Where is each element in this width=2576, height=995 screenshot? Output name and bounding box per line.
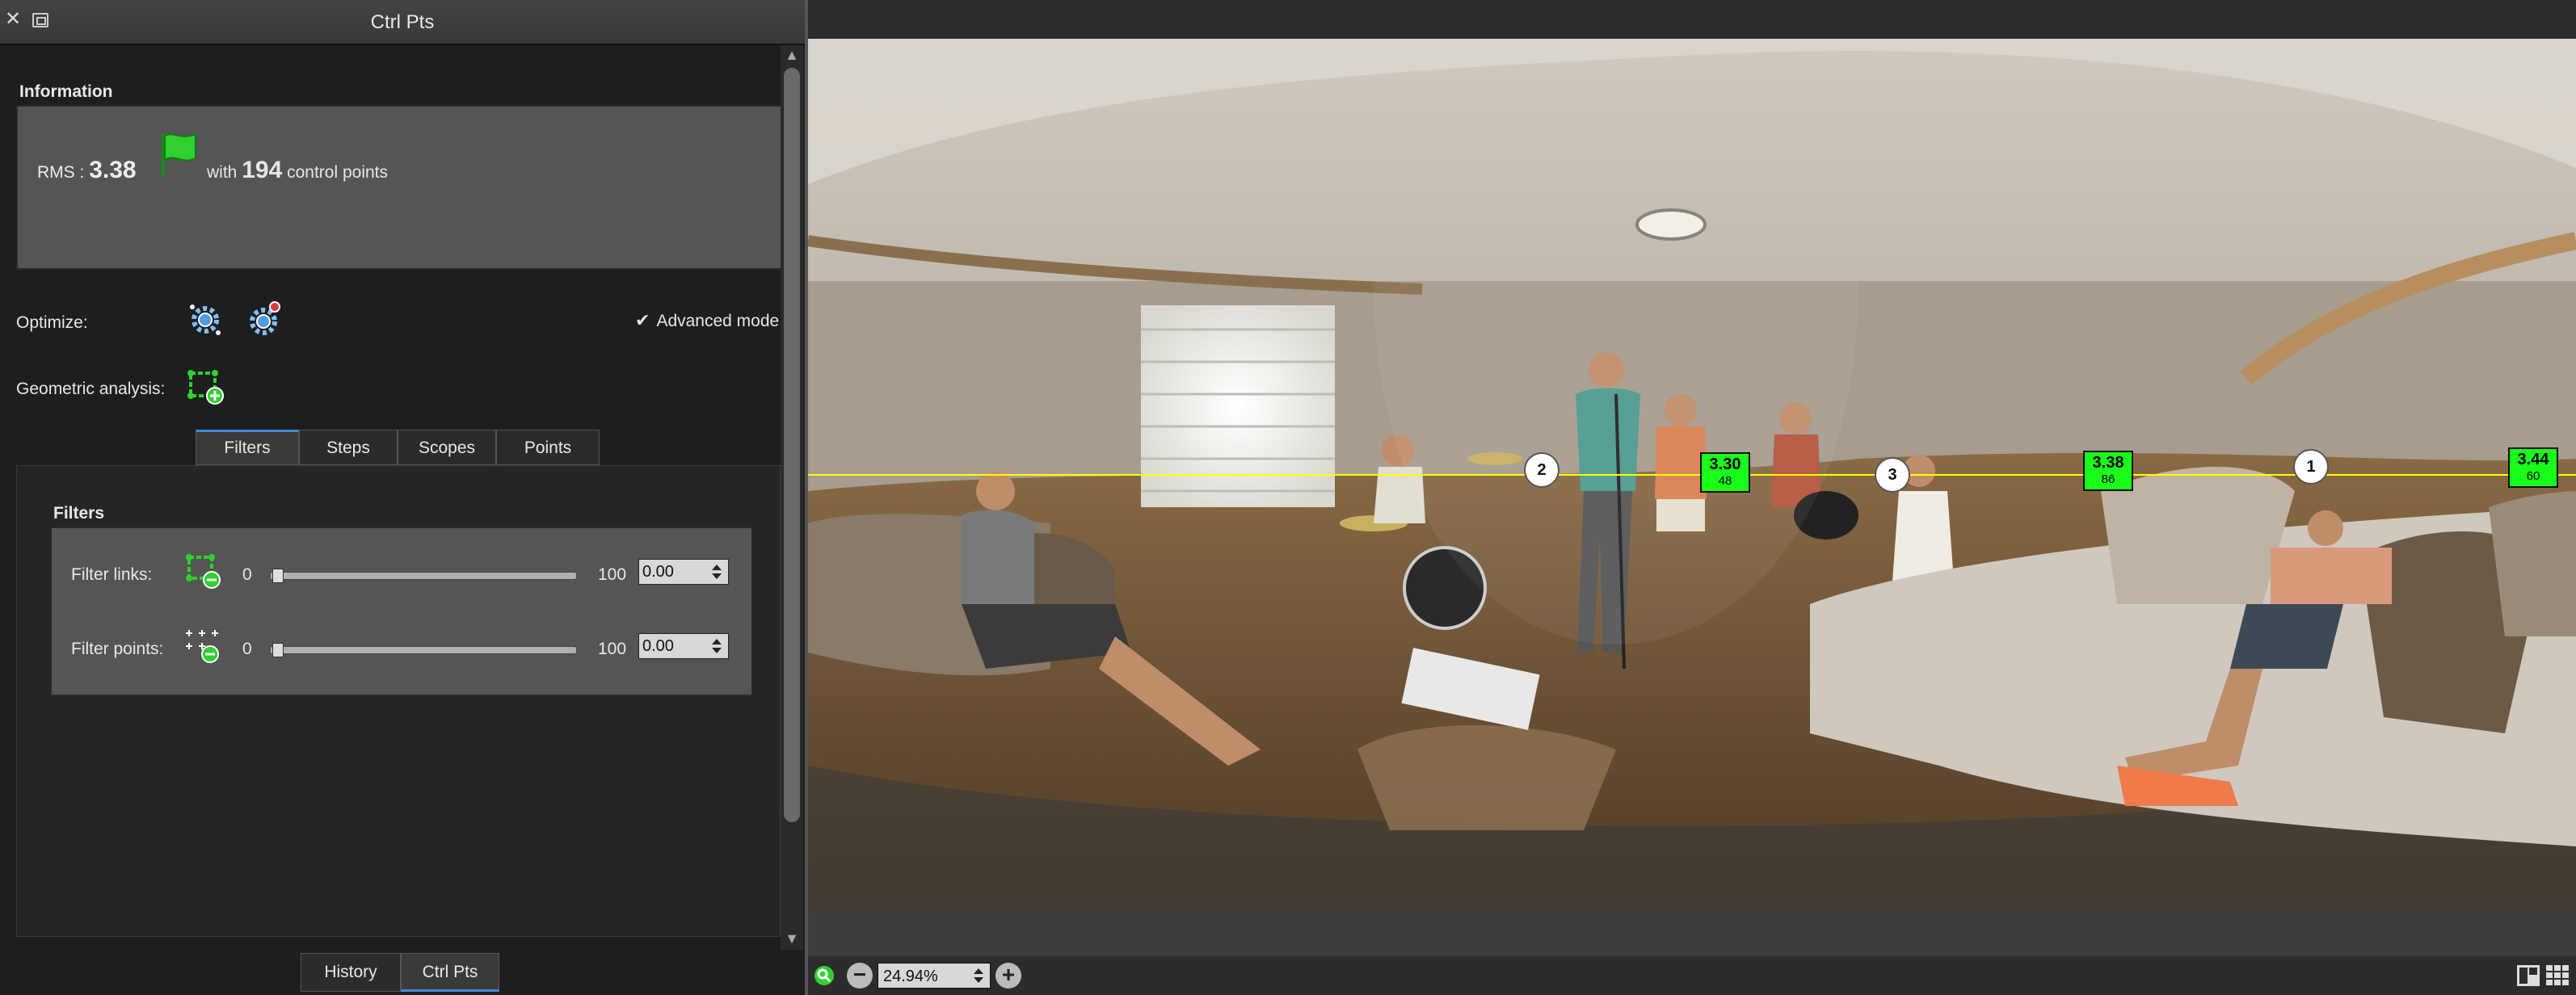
tab-scopes[interactable]: Scopes — [398, 430, 496, 465]
advanced-mode-checkbox[interactable]: ✔ Advanced mode — [635, 310, 779, 331]
zoom-fit-icon[interactable] — [813, 964, 836, 987]
rms-value: 3.38 — [89, 157, 137, 183]
information-box: RMS : 3.38 with 194 control points — [16, 105, 782, 270]
control-point-summary: with 194 control points — [207, 157, 388, 184]
image-rms-badge[interactable]: 3.44 60 — [2508, 447, 2558, 488]
filter-points-icon — [186, 630, 219, 663]
image-rms-badge[interactable]: 3.38 86 — [2083, 451, 2133, 491]
filter-points-min: 0 — [242, 640, 252, 658]
filter-links-slider[interactable] — [270, 569, 577, 583]
filter-points-value: 0.00 — [642, 637, 674, 655]
filter-links-max: 100 — [598, 565, 627, 584]
layout-split-icon[interactable] — [2516, 964, 2540, 987]
viewer-top-strip — [808, 0, 2576, 39]
rms-badge-count: 60 — [2526, 469, 2540, 483]
zoom-level-input[interactable]: 24.94% — [878, 963, 991, 989]
filter-links-min: 0 — [242, 565, 252, 584]
image-rms-badge[interactable]: 3.30 48 — [1700, 452, 1750, 493]
zoom-level-value: 24.94% — [883, 968, 938, 985]
optimize-label: Optimize: — [16, 313, 88, 332]
optimize-advanced-gear-icon[interactable] — [244, 300, 283, 339]
panel-title-bar: ✕ Ctrl Pts — [0, 0, 805, 45]
tab-filters[interactable]: Filters — [196, 430, 299, 465]
tab-points[interactable]: Points — [496, 430, 600, 465]
scrollbar-thumb[interactable] — [784, 68, 800, 822]
filter-points-slider[interactable] — [270, 643, 577, 657]
rms-badge-count: 48 — [1718, 474, 1732, 488]
rms-label: RMS : — [37, 163, 85, 182]
filter-points-max: 100 — [598, 640, 627, 658]
filter-points-spinbox[interactable]: 0.00 — [638, 633, 729, 659]
control-point-marker[interactable]: 2 — [1524, 452, 1559, 488]
rms-badge-value: 3.30 — [1709, 456, 1741, 473]
spin-arrows-icon[interactable] — [709, 562, 725, 581]
panorama-viewer: 2 3 1 3.30 48 3.38 86 3.44 60 − 24.94% + — [808, 0, 2576, 995]
advanced-mode-label: Advanced mode — [656, 312, 780, 330]
spin-arrows-icon[interactable] — [709, 636, 725, 656]
control-point-marker[interactable]: 3 — [1875, 457, 1910, 493]
tab-history[interactable]: History — [301, 953, 401, 992]
control-points-label: control points — [287, 163, 389, 182]
viewer-toolbar: − 24.94% + — [808, 956, 2576, 995]
geometric-analysis-label: Geometric analysis: — [16, 380, 166, 398]
scroll-up-icon[interactable]: ▲ — [781, 47, 803, 66]
rms-badge-count: 86 — [2101, 472, 2115, 486]
filter-links-slider-thumb[interactable] — [272, 569, 284, 583]
status-flag-icon — [162, 132, 196, 178]
filter-points-slider-thumb[interactable] — [272, 643, 284, 657]
control-point-marker[interactable]: 1 — [2293, 449, 2329, 485]
zoom-out-button[interactable]: − — [847, 963, 873, 989]
filters-box: Filter links: 0 100 0.00 Filter points: … — [50, 527, 753, 696]
panorama-image[interactable]: 2 3 1 3.30 48 3.38 86 3.44 60 — [808, 39, 2576, 911]
filter-links-value: 0.00 — [642, 563, 674, 581]
filter-links-label: Filter links: — [71, 565, 153, 584]
zoom-in-button[interactable]: + — [995, 963, 1021, 989]
checkmark-icon: ✔ — [635, 310, 650, 330]
with-label: with — [207, 163, 238, 182]
control-points-panel: ✕ Ctrl Pts Information RMS : 3.38 with 1… — [0, 0, 805, 995]
rms-badge-value: 3.38 — [2092, 454, 2124, 472]
rms-badge-value: 3.44 — [2517, 451, 2549, 468]
filters-heading: Filters — [53, 504, 105, 523]
information-heading: Information — [19, 82, 113, 101]
filter-links-spinbox[interactable]: 0.00 — [638, 559, 729, 585]
spin-arrows-icon[interactable] — [970, 966, 987, 985]
panel-title: Ctrl Pts — [370, 11, 435, 33]
rms-summary: RMS : 3.38 — [37, 157, 137, 184]
control-point-count: 194 — [242, 157, 283, 183]
tab-steps[interactable]: Steps — [299, 430, 398, 465]
grid-icon[interactable] — [2545, 964, 2570, 987]
tab-ctrl-pts[interactable]: Ctrl Pts — [401, 953, 499, 992]
filter-links-icon — [186, 554, 221, 589]
optimize-gear-icon[interactable] — [186, 300, 225, 339]
scroll-down-icon[interactable]: ▼ — [781, 930, 803, 950]
filter-points-label: Filter points: — [71, 640, 164, 658]
viewer-bottom-strip — [808, 911, 2576, 956]
geometric-analysis-icon[interactable] — [186, 367, 225, 405]
